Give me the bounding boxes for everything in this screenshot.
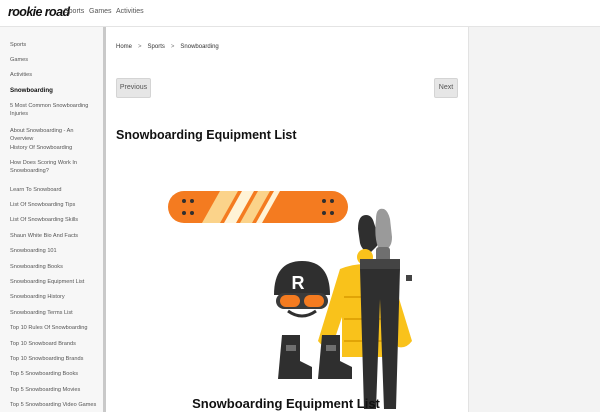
right-sidebar	[468, 27, 600, 412]
sidebar-item-snowboarding[interactable]: Snowboarding	[10, 87, 98, 95]
sidebar-item-video-games[interactable]: Top 5 Snowboarding Video Games	[10, 401, 98, 409]
sidebar-item-learn[interactable]: Learn To Snowboard	[10, 186, 98, 194]
sidebar-item-movies[interactable]: Top 5 Snowboarding Movies	[10, 386, 98, 394]
sidebar-item-snowboarding-brands[interactable]: Top 10 Snowboarding Brands	[10, 355, 98, 363]
sidebar-item-injuries[interactable]: 5 Most Common Snowboarding Injuries	[10, 102, 98, 118]
illustration-caption: Snowboarding Equipment List	[192, 396, 380, 411]
breadcrumb-separator: >	[138, 44, 142, 50]
pants-icon	[406, 275, 412, 281]
breadcrumb-sports[interactable]: Sports	[148, 44, 165, 50]
sidebar: Sports Games Activities Snowboarding 5 M…	[0, 27, 104, 412]
sidebar-item-equipment[interactable]: Snowboarding Equipment List	[10, 278, 98, 286]
sidebar-item-skills[interactable]: List Of Snowboarding Skills	[10, 216, 98, 224]
snow-pants-icon	[360, 259, 400, 409]
breadcrumb-home[interactable]: Home	[116, 44, 132, 50]
sidebar-item-terms[interactable]: Snowboarding Terms List	[10, 309, 98, 317]
sidebar-item-overview[interactable]: About Snowboarding - An Overview	[10, 127, 98, 143]
snowboard-icon	[168, 191, 348, 223]
next-button[interactable]: Next	[434, 78, 458, 98]
page-title: Snowboarding Equipment List	[116, 128, 297, 142]
top-navigation-bar: rookie road Sports Games Activities	[0, 0, 600, 27]
sidebar-item-activities[interactable]: Activities	[10, 71, 98, 79]
sidebar-item-tips[interactable]: List Of Snowboarding Tips	[10, 201, 98, 209]
nav-games[interactable]: Games	[89, 8, 112, 15]
sidebar-item-top5-books[interactable]: Top 5 Snowboarding Books	[10, 370, 98, 378]
sidebar-item-history[interactable]: Snowboarding History	[10, 293, 98, 301]
boots-icon	[278, 335, 352, 379]
sidebar-item-scoring[interactable]: How Does Scoring Work In Snowboarding?	[10, 159, 98, 175]
nav-activities[interactable]: Activities	[116, 8, 144, 15]
site-logo[interactable]: rookie road	[8, 5, 70, 19]
sidebar-item-books[interactable]: Snowboarding Books	[10, 263, 98, 271]
sidebar-item-rules[interactable]: Top 10 Rules Of Snowboarding	[10, 324, 98, 332]
helmet-logo-letter: R	[292, 273, 305, 293]
sidebar-item-games[interactable]: Games	[10, 56, 98, 64]
sidebar-item-snowboard-brands[interactable]: Top 10 Snowboard Brands	[10, 340, 98, 348]
sidebar-item-shaun-white[interactable]: Shaun White Bio And Facts	[10, 232, 98, 240]
sidebar-item-history-of[interactable]: History Of Snowboarding	[10, 144, 98, 152]
sidebar-item-101[interactable]: Snowboarding 101	[10, 247, 98, 255]
sidebar-item-sports[interactable]: Sports	[10, 41, 98, 49]
previous-button[interactable]: Previous	[116, 78, 151, 98]
main-content: Home > Sports > Snowboarding Previous Next S…	[106, 27, 468, 412]
breadcrumb-snowboarding[interactable]: Snowboarding	[180, 44, 218, 50]
breadcrumb-separator: >	[170, 44, 175, 50]
helmet-goggles-icon: R	[274, 261, 330, 318]
nav-sports[interactable]: Sports	[64, 8, 84, 15]
breadcrumb: Home > Sports > Snowboarding	[116, 44, 219, 50]
